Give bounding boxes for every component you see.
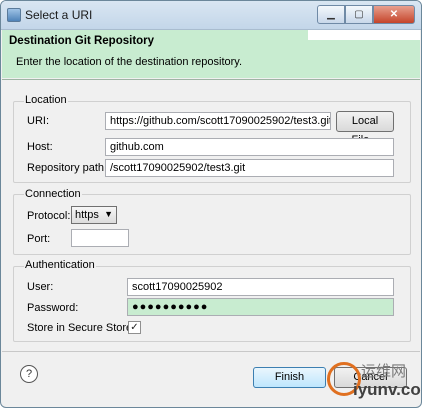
repository-path-field[interactable]: /scott17090025902/test3.git — [105, 159, 394, 177]
header-title: Destination Git Repository — [9, 35, 155, 47]
minimize-button[interactable]: ▁ — [317, 5, 345, 24]
finish-button[interactable]: Finish — [253, 367, 326, 388]
help-icon[interactable]: ? — [20, 365, 38, 383]
dialog-window: Select a URI ▁ ▢ ✕ Destination Git Repos… — [0, 0, 422, 408]
watermark-logo: 运维网 iyunv.com — [323, 358, 421, 404]
title-bar[interactable]: Select a URI ▁ ▢ ✕ — [1, 1, 421, 30]
window-title: Select a URI — [25, 8, 93, 22]
maximize-button[interactable]: ▢ — [345, 5, 373, 24]
connection-group-title: Connection — [24, 188, 82, 200]
host-label: Host: — [27, 141, 53, 153]
protocol-value: https — [75, 209, 99, 221]
close-button[interactable]: ✕ — [373, 5, 415, 24]
port-field[interactable] — [71, 229, 129, 247]
password-field[interactable]: ●●●●●●●●●● — [127, 298, 394, 316]
header-description: Enter the location of the destination re… — [16, 56, 243, 68]
chevron-down-icon: ▼ — [104, 209, 113, 219]
uri-field[interactable]: https://github.com/scott17090025902/test… — [105, 112, 331, 130]
repository-path-label: Repository path: — [27, 162, 108, 174]
protocol-select[interactable]: https ▼ — [71, 206, 117, 224]
user-field[interactable]: scott17090025902 — [127, 278, 394, 296]
password-label: Password: — [27, 302, 79, 314]
user-label: User: — [27, 281, 54, 293]
eclipse-app-icon — [7, 8, 21, 22]
location-group-title: Location — [24, 94, 68, 106]
wizard-header: Destination Git Repository Enter the loc… — [2, 30, 420, 78]
uri-label: URI: — [27, 115, 49, 127]
authentication-group-title: Authentication — [24, 259, 96, 271]
protocol-label: Protocol: — [27, 210, 71, 222]
local-file-button[interactable]: Local File... — [336, 111, 394, 146]
store-secure-label: Store in Secure Store — [27, 322, 133, 334]
host-field[interactable]: github.com — [105, 138, 394, 156]
port-label: Port: — [27, 233, 51, 245]
store-secure-checkbox[interactable]: ✓ — [128, 321, 141, 334]
